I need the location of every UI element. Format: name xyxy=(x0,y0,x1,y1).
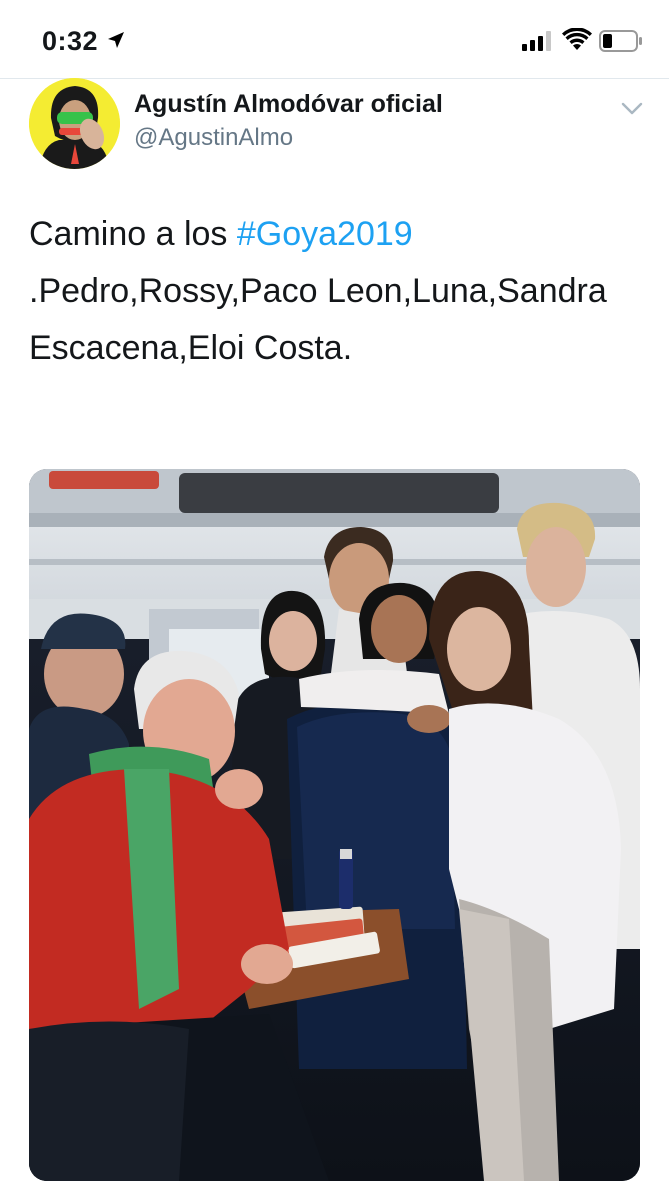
hashtag-link[interactable]: #Goya2019 xyxy=(237,215,413,253)
wifi-icon xyxy=(562,28,592,50)
author-handle[interactable]: @AgustinAlmo xyxy=(134,124,293,152)
tweet-text-before: Camino a los xyxy=(29,215,237,253)
tweet-photo[interactable] xyxy=(29,469,640,1181)
avatar[interactable] xyxy=(29,78,120,169)
status-time: 0:32 xyxy=(42,26,99,56)
tweet-text-after: .Pedro,Rossy,Paco Leon,Luna,Sandra Escac… xyxy=(29,272,607,367)
chevron-down-icon[interactable] xyxy=(619,98,645,118)
signal-icon xyxy=(522,31,551,51)
battery-icon xyxy=(599,30,642,52)
train-group-photo xyxy=(29,469,640,1181)
avatar-image xyxy=(29,78,120,169)
header-divider xyxy=(0,78,669,79)
author-display-name[interactable]: Agustín Almodóvar oficial xyxy=(134,90,443,119)
tweet-text: Camino a los #Goya2019 .Pedro,Rossy,Paco… xyxy=(29,206,629,377)
location-arrow-icon xyxy=(108,32,124,48)
status-bar: 0:32 xyxy=(0,0,669,78)
